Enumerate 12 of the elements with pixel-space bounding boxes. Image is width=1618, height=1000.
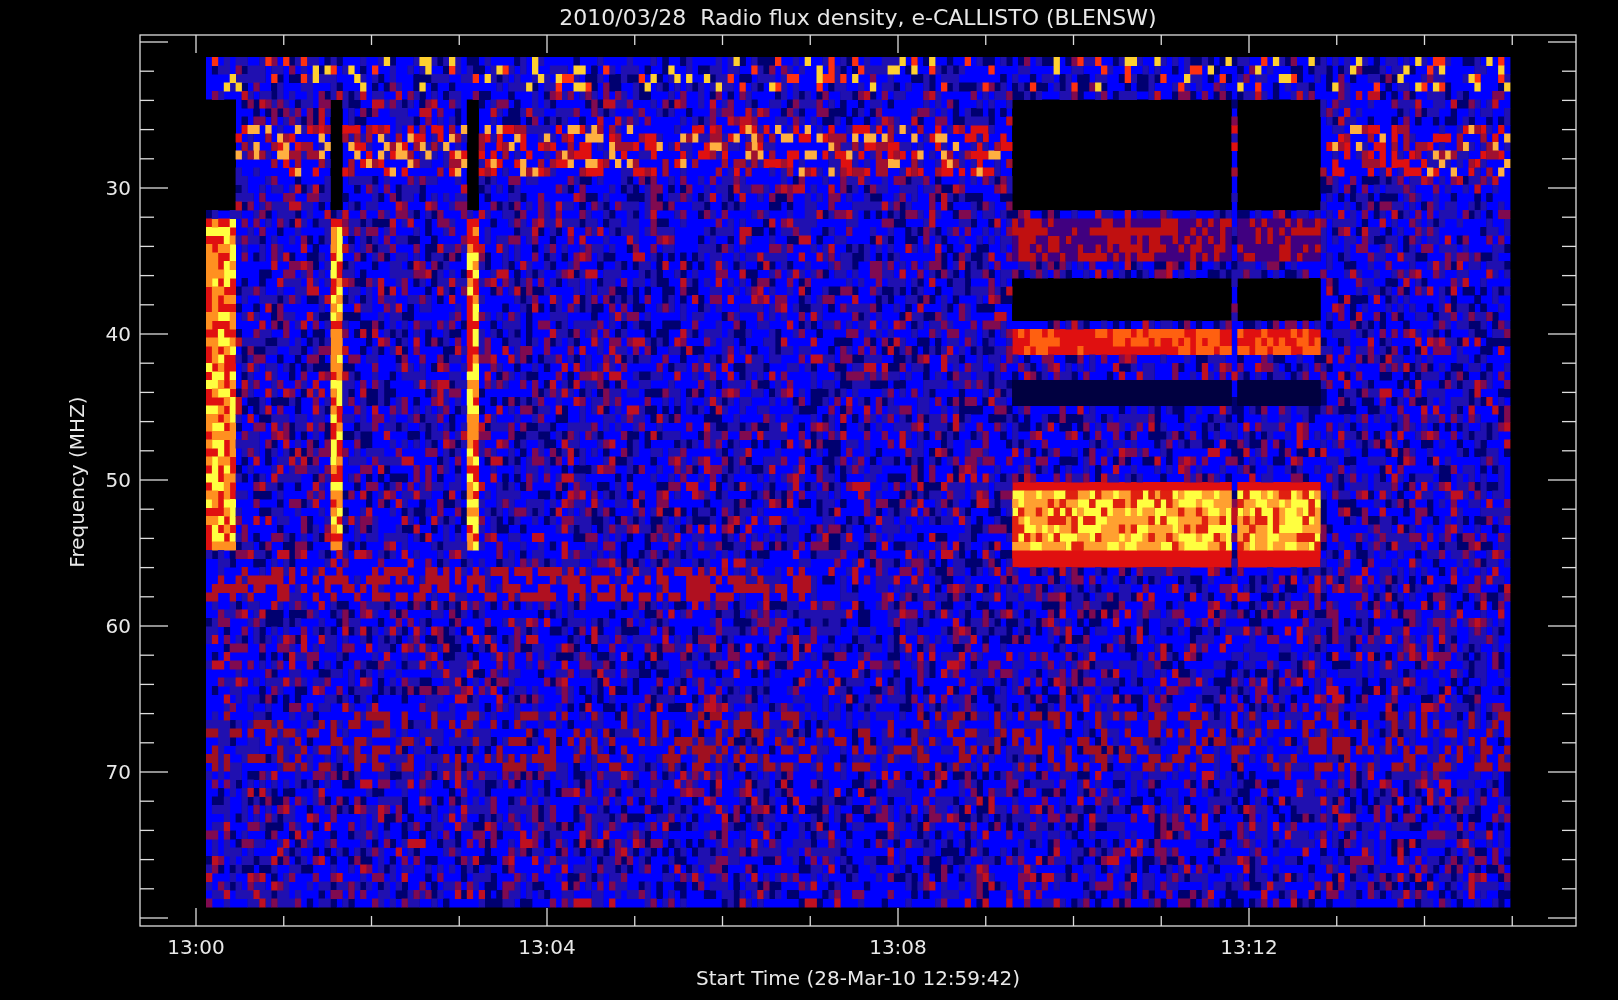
chart-title: 2010/03/28 Radio flux density, e-CALLISTO (BLENSW) (559, 4, 1157, 30)
tick-label: 50 (105, 468, 131, 492)
tick-label: 70 (105, 760, 131, 784)
x-axis-label: Start Time (28-Mar-10 12:59:42) (695, 966, 1021, 990)
tick-label: 40 (105, 322, 131, 346)
tick-label: 13:00 (167, 935, 225, 959)
tick-label: 13:12 (1220, 935, 1278, 959)
tick-label: 60 (105, 614, 131, 638)
y-axis-label: Frequency (MHZ) (65, 396, 89, 568)
tick-label: 30 (105, 176, 131, 200)
tick-label: 13:04 (518, 935, 576, 959)
tick-label: 13:08 (869, 935, 927, 959)
